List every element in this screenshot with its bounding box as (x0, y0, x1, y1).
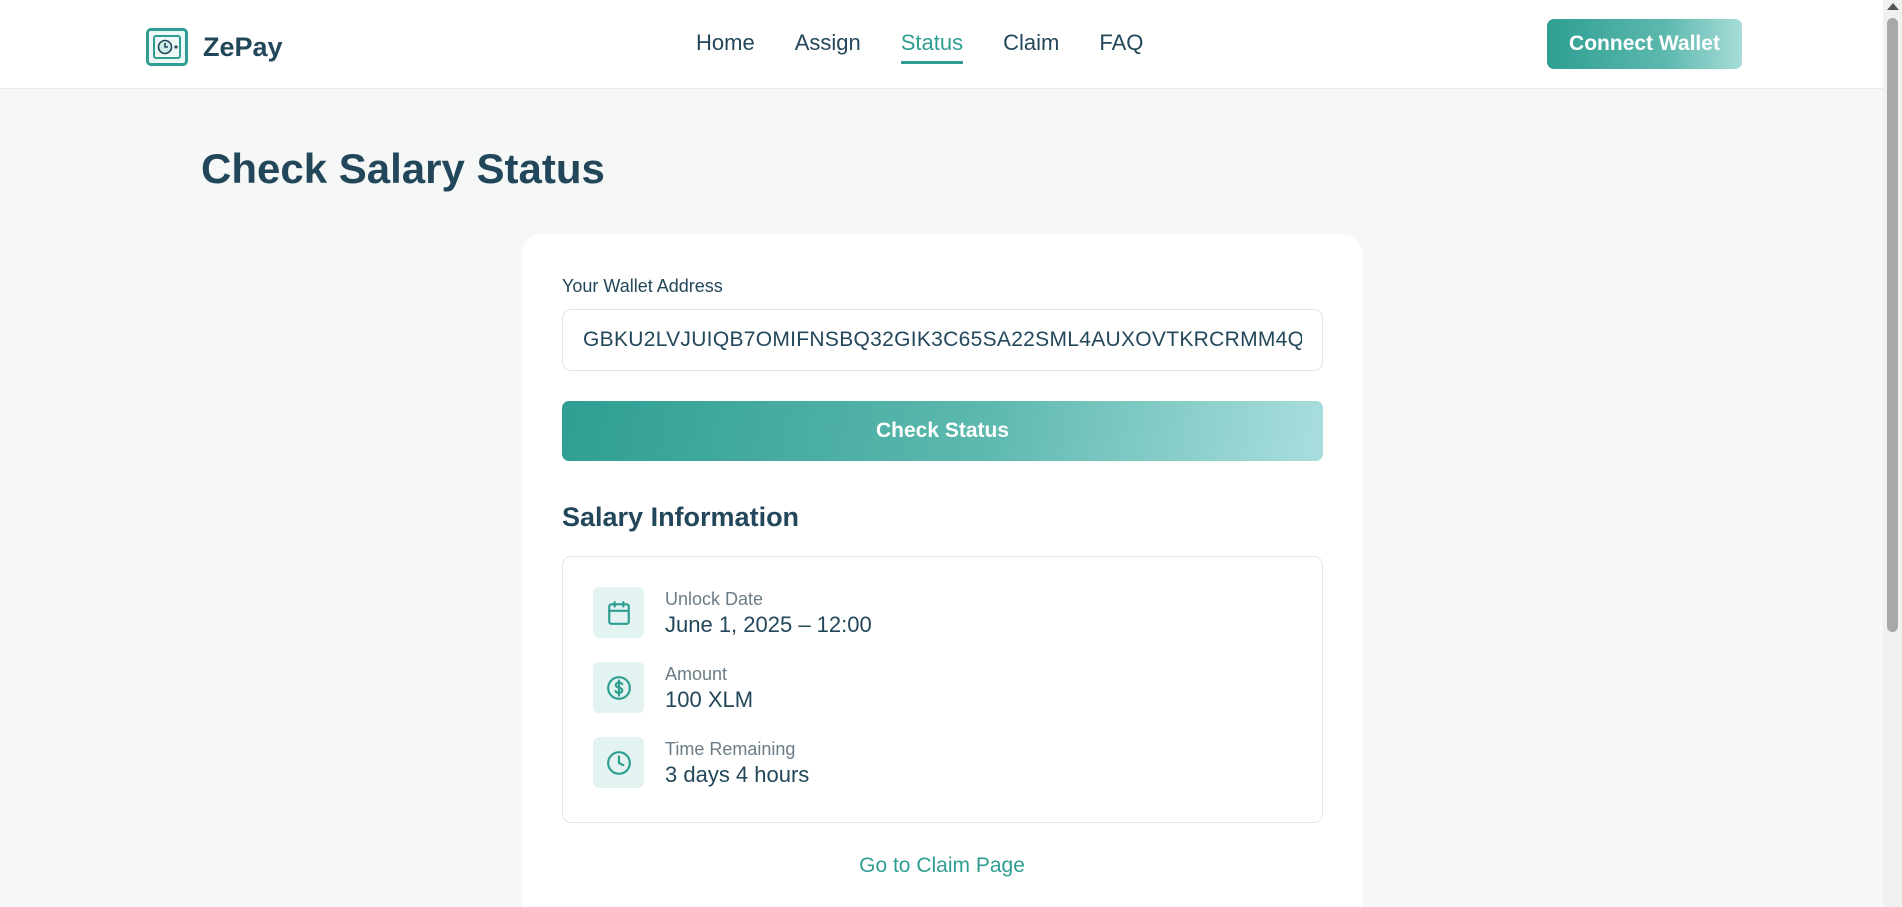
safe-clock-logo-icon (146, 28, 188, 66)
page-title: Check Salary Status (201, 145, 605, 192)
brand-name: ZePay (203, 31, 283, 62)
amount-value: 100 XLM (665, 687, 754, 712)
dollar-circle-icon (593, 662, 644, 713)
calendar-icon (593, 587, 644, 638)
status-card: Your Wallet Address Check Status Salary … (522, 234, 1362, 907)
amount-label: Amount (665, 664, 728, 684)
time-remaining-label: Time Remaining (665, 739, 796, 759)
clock-icon (593, 737, 644, 788)
nav-status[interactable]: Status (900, 30, 964, 64)
go-to-claim-link[interactable]: Go to Claim Page (522, 854, 1362, 878)
nav-assign[interactable]: Assign (795, 30, 861, 64)
scroll-up-arrow-icon[interactable] (1887, 3, 1899, 10)
vertical-scrollbar[interactable] (1883, 0, 1902, 907)
salary-info-panel: Unlock Date June 1, 2025 – 12:00 Amount … (562, 556, 1323, 823)
brand[interactable]: ZePay (146, 28, 283, 66)
wallet-address-label: Your Wallet Address (562, 276, 723, 296)
info-row-amount: Amount 100 XLM (593, 662, 753, 714)
info-row-time-remaining: Time Remaining 3 days 4 hours (593, 737, 809, 789)
main-nav: Home Assign Status Claim FAQ (696, 30, 1183, 64)
check-status-button[interactable]: Check Status (562, 401, 1323, 461)
unlock-date-value: June 1, 2025 – 12:00 (665, 612, 872, 637)
wallet-address-input[interactable] (562, 309, 1323, 371)
nav-home[interactable]: Home (696, 30, 755, 64)
info-row-unlock-date: Unlock Date June 1, 2025 – 12:00 (593, 587, 872, 639)
nav-faq[interactable]: FAQ (1099, 30, 1143, 64)
nav-claim[interactable]: Claim (1003, 30, 1059, 64)
unlock-date-label: Unlock Date (665, 589, 764, 609)
salary-info-heading: Salary Information (562, 502, 800, 532)
top-navbar: ZePay Home Assign Status Claim FAQ Conne… (0, 0, 1883, 89)
connect-wallet-button[interactable]: Connect Wallet (1547, 19, 1742, 69)
scrollbar-thumb[interactable] (1887, 18, 1898, 632)
time-remaining-value: 3 days 4 hours (665, 762, 810, 787)
